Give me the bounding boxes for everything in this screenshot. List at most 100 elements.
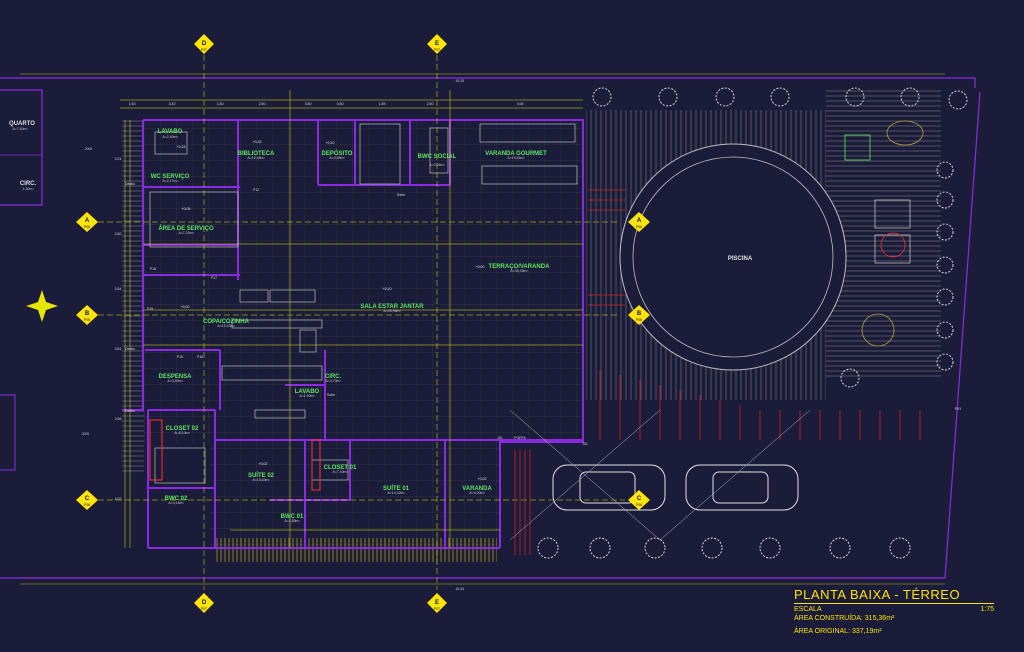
level-marker: +0,02 [478, 477, 487, 481]
dimension: 3,54 [115, 287, 122, 291]
level-marker: +0,05 [182, 207, 191, 211]
room-area: A=4,73m² [325, 379, 341, 383]
section-marker-icon: DP07 [194, 593, 214, 613]
svg-text:P07: P07 [201, 607, 207, 611]
level-marker: +0,15 [177, 145, 186, 149]
pool-deck [586, 88, 941, 400]
section-marker-icon: EP07 [427, 593, 447, 613]
level-marker: +0,02 [259, 462, 268, 466]
room-area: A=2,64m² [429, 163, 445, 167]
dimension: 3,42 [169, 102, 176, 106]
dimension: 3,61 [115, 347, 122, 351]
dimension: 3,21 [115, 157, 122, 161]
room-area: A=7,40m² [332, 470, 348, 474]
dimension: 1,80 [217, 102, 224, 106]
dimension: 2,50 [427, 102, 434, 106]
level-marker: +0,10 [383, 287, 392, 291]
floor-plan-drawing: LAVABO A=2,40m² BIBLIOTECA A=12,48m² DEP… [0, 34, 981, 613]
svg-text:E: E [435, 41, 439, 47]
annotation: PORTA [514, 436, 526, 440]
svg-text:D: D [202, 41, 207, 47]
scale-label: ESCALA [794, 606, 822, 613]
room-area: A=1,90m² [299, 394, 315, 398]
dimension-total-bottom: 41,51 [456, 587, 465, 591]
svg-text:P06: P06 [636, 225, 642, 229]
dimension: 1,63 [129, 102, 136, 106]
annotation: Sobe [327, 393, 335, 397]
level-marker: +0,00 [476, 265, 485, 269]
room-label: PISCINA [728, 256, 753, 262]
room-area: A=36,39m² [510, 269, 528, 273]
dimension: 2,56 [115, 417, 122, 421]
level-marker: +0,10 [326, 141, 335, 145]
svg-text:A: A [85, 218, 90, 224]
room-area: A=12,48m² [247, 156, 265, 160]
annotation: Sobe [397, 193, 405, 197]
dimension: 3,60 [305, 102, 312, 106]
dimension: 2,50 [115, 232, 122, 236]
room-area: A=14,42m² [387, 491, 405, 495]
level-marker: -XXX [81, 432, 90, 436]
dimension: 4,02 [115, 497, 122, 501]
room-area: A=19,54m² [507, 156, 525, 160]
svg-text:B: B [637, 311, 642, 317]
room-area: A=19,23m² [217, 324, 235, 328]
room-area: A=3,89m² [329, 156, 345, 160]
section-marker-icon: CP06 [76, 490, 98, 510]
svg-text:P06: P06 [636, 318, 642, 322]
car-icons [552, 464, 799, 511]
annotation: J01 [582, 442, 588, 446]
svg-text:P07: P07 [201, 48, 207, 52]
annotation: Decks [125, 347, 135, 351]
svg-text:E: E [435, 600, 439, 606]
annotation: P17 [211, 276, 217, 280]
room-area: A=2,17m² [162, 179, 178, 183]
annotation: Decks [125, 182, 135, 186]
dimension: 2,50 [259, 102, 266, 106]
room-area: A=45,98m² [383, 309, 401, 313]
svg-text:P06: P06 [84, 503, 90, 507]
room-area: A=3,40m² [167, 379, 183, 383]
section-marker-icon: AP06 [76, 212, 98, 232]
room-area: A=4,15m² [168, 501, 184, 505]
svg-text:P07: P07 [434, 48, 440, 52]
dimension: 4,06 [517, 102, 524, 106]
svg-text:C: C [637, 496, 642, 502]
annotation: P01 [955, 407, 961, 411]
svg-text:P06: P06 [636, 503, 642, 507]
room-area: A=8,10m² [174, 431, 190, 435]
north-arrow-icon [26, 290, 58, 322]
annotation: P18 [150, 267, 156, 271]
room-area: 1,50m² [23, 187, 35, 191]
svg-text:C: C [85, 496, 90, 502]
room-area: A=15,63m² [252, 478, 270, 482]
title-underline [794, 603, 994, 604]
drawing-title: PLANTA BAIXA - TÉRREO [794, 587, 961, 602]
room-area: A=2,40m² [162, 135, 178, 139]
neighbor-room [0, 89, 43, 471]
level-marker: -XXX [84, 147, 93, 151]
svg-text:P06: P06 [84, 225, 90, 229]
dimension-total-top: 41,51 [456, 79, 465, 83]
annotation: J01 [497, 436, 503, 440]
annotation: P15 [147, 307, 153, 311]
dimension: 0,60 [337, 102, 344, 106]
built-area: ÁREA CONSTRUÍDA: 315,36m² [794, 615, 895, 622]
svg-text:B: B [85, 311, 90, 317]
room-area: A=3,85m² [284, 519, 300, 523]
room-area: A=7,22m² [178, 231, 194, 235]
svg-text:D: D [202, 600, 207, 606]
scale-row: ESCALA 1:75 [794, 605, 994, 614]
original-area: ÁREA ORIGINAL: 337,19m² [794, 628, 882, 635]
section-marker-icon: EP07 [427, 34, 447, 54]
section-marker-icon: BP06 [76, 305, 98, 325]
scale-value: 1:75 [980, 606, 994, 613]
room-area: A=7,60m² [12, 127, 28, 131]
dimension: 1,55 [379, 102, 386, 106]
room-label: BWC SOCIAL [418, 154, 457, 160]
level-marker: +0,15 [253, 140, 262, 144]
room-area: A=9,20m² [469, 491, 485, 495]
built-area-row: ÁREA CONSTRUÍDA: 315,36m² [794, 614, 994, 623]
svg-text:A: A [637, 218, 642, 224]
annotation: P16 [177, 355, 183, 359]
